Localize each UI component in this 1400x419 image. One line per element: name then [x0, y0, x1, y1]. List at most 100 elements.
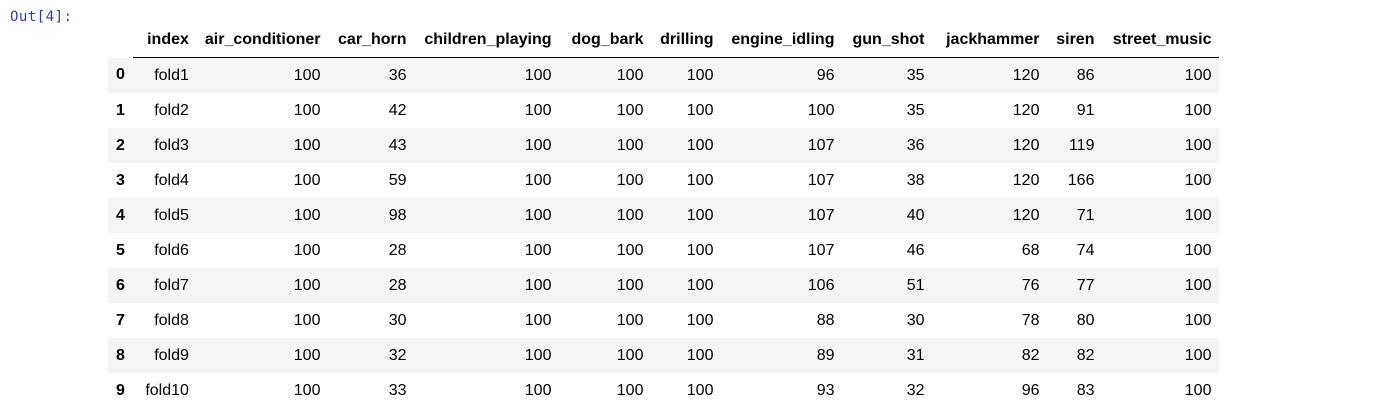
cell-gun-shot: 46: [906, 241, 925, 259]
cell-dog-bark: 100: [616, 171, 644, 189]
cell-dog-bark: 100: [616, 381, 644, 399]
cell-dog-bark: 100: [616, 276, 644, 294]
cell-drilling: 100: [686, 171, 714, 189]
cell-car-horn: 36: [388, 66, 407, 84]
cell-siren: 119: [1068, 136, 1095, 154]
cell-street-music: 100: [1184, 276, 1212, 294]
cell-children-playing: 100: [524, 311, 552, 329]
cell-gun-shot: 35: [906, 101, 925, 119]
cell-drilling: 100: [686, 311, 714, 329]
cell-street-music: 100: [1184, 171, 1212, 189]
cell-air-conditioner: 100: [293, 381, 321, 399]
cell-engine-idling: 107: [807, 241, 835, 259]
row-index-label: 2: [116, 136, 125, 154]
cell-engine-idling: 89: [816, 346, 835, 364]
cell-jackhammer: 68: [1021, 241, 1040, 259]
cell-air-conditioner: 100: [293, 311, 321, 329]
cell-engine-idling: 100: [807, 101, 835, 119]
column-header-street-music: street_music: [1102, 22, 1220, 58]
cell-index: fold6: [154, 241, 189, 259]
cell-children-playing: 100: [524, 101, 552, 119]
cell-car-horn: 32: [388, 346, 407, 364]
cell-dog-bark: 100: [616, 101, 644, 119]
cell-street-music: 100: [1184, 206, 1212, 224]
column-header-air-conditioner: air_conditioner: [196, 22, 329, 58]
cell-air-conditioner: 100: [293, 136, 321, 154]
cell-jackhammer: 120: [1012, 171, 1040, 189]
column-header-engine-idling: engine_idling: [721, 22, 843, 58]
cell-street-music: 100: [1184, 136, 1212, 154]
cell-drilling: 100: [686, 346, 714, 364]
cell-jackhammer: 96: [1021, 381, 1040, 399]
cell-car-horn: 28: [388, 276, 407, 294]
row-index-label: 4: [116, 206, 125, 224]
column-header-siren: siren: [1047, 22, 1103, 58]
cell-drilling: 100: [686, 101, 714, 119]
cell-engine-idling: 107: [807, 136, 835, 154]
cell-siren: 80: [1076, 311, 1095, 329]
cell-siren: 86: [1076, 66, 1095, 84]
cell-drilling: 100: [686, 66, 714, 84]
row-index-label: 1: [116, 101, 125, 119]
cell-air-conditioner: 100: [293, 101, 321, 119]
cell-air-conditioner: 100: [293, 66, 321, 84]
cell-jackhammer: 78: [1021, 311, 1040, 329]
table-row: 1 fold2 100 42 100 100 100 100 35 120 91 100: [108, 93, 1220, 128]
cell-index: fold7: [154, 276, 189, 294]
cell-engine-idling: 96: [816, 66, 835, 84]
cell-siren: 77: [1076, 276, 1095, 294]
cell-car-horn: 28: [388, 241, 407, 259]
dataframe-output: index air_conditioner car_horn children_pla…: [108, 22, 1220, 408]
column-header-children-playing: children_playing: [414, 22, 560, 58]
header-row: index air_conditioner car_horn children_pla…: [108, 22, 1220, 58]
cell-index: fold4: [154, 171, 189, 189]
cell-drilling: 100: [686, 241, 714, 259]
cell-index: fold10: [145, 381, 189, 399]
cell-street-music: 100: [1184, 381, 1212, 399]
cell-gun-shot: 40: [906, 206, 925, 224]
cell-children-playing: 100: [524, 276, 552, 294]
cell-car-horn: 33: [388, 381, 407, 399]
cell-air-conditioner: 100: [293, 241, 321, 259]
cell-street-music: 100: [1184, 241, 1212, 259]
table-row: 4 fold5 100 98 100 100 100 107 40 120 71 100: [108, 198, 1220, 233]
cell-jackhammer: 120: [1012, 101, 1040, 119]
table-row: 6 fold7 100 28 100 100 100 106 51 76 77 100: [108, 268, 1220, 303]
cell-siren: 83: [1076, 381, 1095, 399]
cell-engine-idling: 88: [816, 311, 835, 329]
cell-siren: 74: [1076, 241, 1095, 259]
cell-engine-idling: 106: [807, 276, 835, 294]
cell-air-conditioner: 100: [293, 206, 321, 224]
cell-drilling: 100: [686, 206, 714, 224]
cell-dog-bark: 100: [616, 311, 644, 329]
cell-engine-idling: 93: [816, 381, 835, 399]
cell-drilling: 100: [686, 381, 714, 399]
cell-dog-bark: 100: [616, 346, 644, 364]
cell-children-playing: 100: [524, 346, 552, 364]
cell-street-music: 100: [1184, 101, 1212, 119]
cell-street-music: 100: [1184, 346, 1212, 364]
dataframe-table: index air_conditioner car_horn children_pla…: [108, 22, 1220, 408]
column-header-drilling: drilling: [651, 22, 722, 58]
cell-engine-idling: 107: [807, 206, 835, 224]
table-row: 7 fold8 100 30 100 100 100 88 30 78 80 100: [108, 303, 1220, 338]
cell-siren: 82: [1076, 346, 1095, 364]
cell-siren: 71: [1076, 206, 1095, 224]
cell-jackhammer: 120: [1012, 136, 1040, 154]
column-header-index: index: [132, 22, 197, 58]
column-header-gun-shot: gun_shot: [842, 22, 933, 58]
cell-gun-shot: 30: [906, 311, 925, 329]
cell-children-playing: 100: [524, 66, 552, 84]
cell-jackhammer: 120: [1012, 66, 1040, 84]
cell-index: fold5: [154, 206, 189, 224]
cell-siren: 166: [1067, 171, 1095, 189]
row-index-label: 3: [116, 171, 125, 189]
cell-gun-shot: 51: [906, 276, 925, 294]
row-index-label: 0: [116, 66, 125, 84]
column-header-dog-bark: dog_bark: [559, 22, 652, 58]
row-index-label: 5: [116, 241, 125, 259]
cell-gun-shot: 32: [906, 381, 925, 399]
cell-children-playing: 100: [524, 171, 552, 189]
cell-air-conditioner: 100: [293, 346, 321, 364]
cell-gun-shot: 31: [906, 346, 925, 364]
